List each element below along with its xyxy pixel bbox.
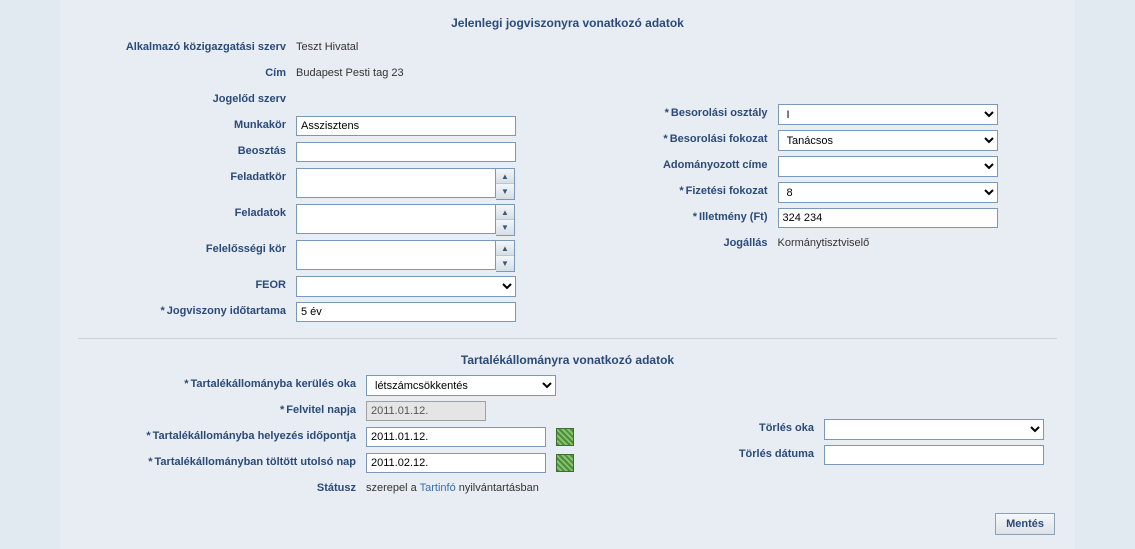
value-cim: Budapest Pesti tag 23: [296, 64, 404, 79]
label-munkakor: Munkakör: [76, 116, 296, 131]
calendar-icon[interactable]: [556, 454, 574, 472]
input-idotartam[interactable]: [296, 302, 516, 322]
label-felvitel: *Felvitel napja: [76, 401, 366, 416]
input-helyezes[interactable]: [366, 427, 546, 447]
value-jogallas: Kormánytisztviselő: [778, 234, 870, 249]
input-felvitel: [366, 401, 486, 421]
label-cim: Cím: [76, 64, 296, 79]
label-fizetesi: *Fizetési fokozat: [598, 182, 778, 197]
tartinfo-link[interactable]: Tartinfó: [420, 482, 456, 494]
label-feladatok: Feladatok: [76, 204, 296, 219]
select-feor[interactable]: [296, 276, 516, 297]
select-besorolasi-osztaly[interactable]: I: [778, 104, 998, 125]
input-beosztas[interactable]: [296, 142, 516, 162]
label-feladatkor: Feladatkör: [76, 168, 296, 183]
label-jogallas: Jogállás: [598, 234, 778, 249]
value-statusz: szerepel a Tartinfó nyilvántartásban: [366, 479, 539, 494]
scroll-down-icon[interactable]: ▼: [496, 220, 514, 235]
select-kerules[interactable]: létszámcsökkentés: [366, 375, 556, 396]
label-besorolasi-osztaly: *Besorolási osztály: [598, 104, 778, 119]
label-statusz: Státusz: [76, 479, 366, 494]
section1-title: Jelenlegi jogviszonyra vonatkozó adatok: [70, 12, 1065, 38]
label-idotartam: *Jogviszony időtartama: [76, 302, 296, 317]
input-illetmeny[interactable]: [778, 208, 998, 228]
input-utolso[interactable]: [366, 453, 546, 473]
label-felelosseg: Felelősségi kör: [76, 240, 296, 255]
select-fizetesi[interactable]: 8: [778, 182, 998, 203]
label-illetmeny: *Illetmény (Ft): [598, 208, 778, 223]
textarea-feladatok[interactable]: [296, 204, 496, 234]
input-munkakor[interactable]: [296, 116, 516, 136]
label-org: Alkalmazó közigazgatási szerv: [76, 38, 296, 53]
scroll-up-icon[interactable]: ▲: [496, 241, 514, 256]
label-beosztas: Beosztás: [76, 142, 296, 157]
textarea-feladatkor[interactable]: [296, 168, 496, 198]
label-kerules: *Tartalékállományba kerülés oka: [76, 375, 366, 390]
scroll-up-icon[interactable]: ▲: [496, 169, 514, 184]
save-button[interactable]: Mentés: [995, 513, 1055, 535]
textarea-felelosseg[interactable]: [296, 240, 496, 270]
label-adomany: Adományozott címe: [598, 156, 778, 171]
label-utolso: *Tartalékállományban töltött utolsó nap: [76, 453, 366, 468]
label-torles-oka: Törlés oka: [634, 419, 824, 434]
label-helyezes: *Tartalékállományba helyezés időpontja: [76, 427, 366, 442]
label-jogelod: Jogelőd szerv: [76, 90, 296, 105]
select-adomany[interactable]: [778, 156, 998, 177]
select-besorolasi-fokozat[interactable]: Tanácsos: [778, 130, 998, 151]
divider: [78, 338, 1057, 339]
value-org: Teszt Hivatal: [296, 38, 358, 53]
scroll-up-icon[interactable]: ▲: [496, 205, 514, 220]
scroll-down-icon[interactable]: ▼: [496, 256, 514, 271]
input-torles-datum[interactable]: [824, 445, 1044, 465]
calendar-icon[interactable]: [556, 428, 574, 446]
label-torles-datum: Törlés dátuma: [634, 445, 824, 460]
label-besorolasi-fokozat: *Besorolási fokozat: [598, 130, 778, 145]
section2-title: Tartalékállományra vonatkozó adatok: [70, 349, 1065, 375]
select-torles-oka[interactable]: [824, 419, 1044, 440]
label-feor: FEOR: [76, 276, 296, 291]
scroll-down-icon[interactable]: ▼: [496, 184, 514, 199]
